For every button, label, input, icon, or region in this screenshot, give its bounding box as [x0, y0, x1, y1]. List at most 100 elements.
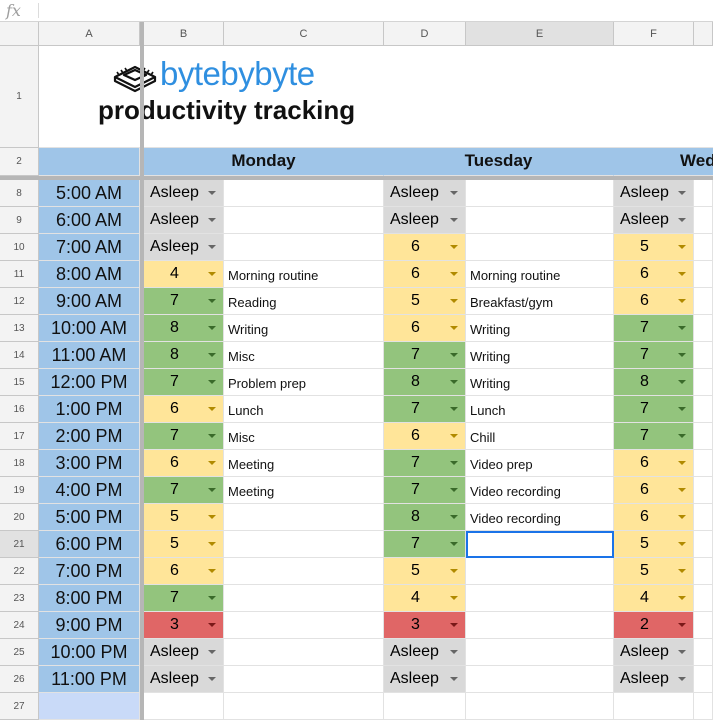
wednesday-rating-dropdown[interactable]: 7 — [614, 396, 694, 423]
tuesday-activity-cell[interactable] — [466, 585, 614, 612]
tuesday-activity-cell[interactable]: Video prep — [466, 450, 614, 477]
empty-cell[interactable] — [694, 261, 713, 288]
row-header-23[interactable]: 23 — [0, 585, 39, 612]
day-header-monday[interactable]: Monday — [144, 148, 384, 176]
monday-activity-cell[interactable] — [224, 612, 384, 639]
empty-cell[interactable] — [614, 693, 694, 720]
row-header-10[interactable]: 10 — [0, 234, 39, 261]
wednesday-rating-dropdown[interactable]: 8 — [614, 369, 694, 396]
dropdown-arrow-icon[interactable] — [208, 434, 216, 438]
tuesday-activity-cell[interactable]: Chill — [466, 423, 614, 450]
empty-cell[interactable] — [694, 558, 713, 585]
monday-activity-cell[interactable] — [224, 234, 384, 261]
dropdown-arrow-icon[interactable] — [450, 326, 458, 330]
tuesday-rating-dropdown[interactable]: 8 — [384, 504, 466, 531]
monday-activity-cell[interactable] — [224, 531, 384, 558]
monday-activity-cell[interactable] — [224, 180, 384, 207]
dropdown-arrow-icon[interactable] — [450, 542, 458, 546]
monday-rating-dropdown[interactable]: 7 — [144, 585, 224, 612]
tuesday-activity-cell[interactable]: Breakfast/gym — [466, 288, 614, 315]
column-header-f[interactable]: F — [614, 22, 694, 46]
wednesday-rating-dropdown[interactable]: 7 — [614, 315, 694, 342]
monday-activity-cell[interactable] — [224, 666, 384, 693]
empty-cell[interactable] — [694, 288, 713, 315]
monday-rating-dropdown[interactable]: 7 — [144, 423, 224, 450]
dropdown-arrow-icon[interactable] — [208, 299, 216, 303]
monday-activity-cell[interactable]: Lunch — [224, 396, 384, 423]
dropdown-arrow-icon[interactable] — [208, 272, 216, 276]
tuesday-rating-dropdown[interactable]: 7 — [384, 531, 466, 558]
tuesday-rating-dropdown[interactable]: Asleep — [384, 207, 466, 234]
dropdown-arrow-icon[interactable] — [678, 272, 686, 276]
time-cell[interactable]: 8:00 PM — [39, 585, 140, 612]
monday-rating-dropdown[interactable]: Asleep — [144, 666, 224, 693]
tuesday-rating-dropdown[interactable]: Asleep — [384, 666, 466, 693]
wednesday-rating-dropdown[interactable]: 6 — [614, 261, 694, 288]
time-cell[interactable]: 8:00 AM — [39, 261, 140, 288]
tuesday-rating-dropdown[interactable]: 5 — [384, 558, 466, 585]
monday-rating-dropdown[interactable]: 5 — [144, 504, 224, 531]
empty-cell[interactable] — [144, 693, 224, 720]
dropdown-arrow-icon[interactable] — [678, 245, 686, 249]
dropdown-arrow-icon[interactable] — [678, 218, 686, 222]
tuesday-rating-dropdown[interactable]: 6 — [384, 261, 466, 288]
tuesday-rating-dropdown[interactable]: 7 — [384, 342, 466, 369]
wednesday-rating-dropdown[interactable]: 7 — [614, 342, 694, 369]
row-header-20[interactable]: 20 — [0, 504, 39, 531]
row-header-15[interactable]: 15 — [0, 369, 39, 396]
wednesday-rating-dropdown[interactable]: 2 — [614, 612, 694, 639]
dropdown-arrow-icon[interactable] — [450, 191, 458, 195]
tuesday-activity-cell[interactable] — [466, 558, 614, 585]
column-header-c[interactable]: C — [224, 22, 384, 46]
dropdown-arrow-icon[interactable] — [678, 434, 686, 438]
dropdown-arrow-icon[interactable] — [678, 488, 686, 492]
dropdown-arrow-icon[interactable] — [450, 461, 458, 465]
row-header-14[interactable]: 14 — [0, 342, 39, 369]
dropdown-arrow-icon[interactable] — [208, 542, 216, 546]
dropdown-arrow-icon[interactable] — [450, 353, 458, 357]
time-cell[interactable]: 5:00 PM — [39, 504, 140, 531]
tuesday-rating-dropdown[interactable]: 6 — [384, 234, 466, 261]
row-header-19[interactable]: 19 — [0, 477, 39, 504]
row-header-26[interactable]: 26 — [0, 666, 39, 693]
dropdown-arrow-icon[interactable] — [450, 677, 458, 681]
wednesday-rating-dropdown[interactable]: 7 — [614, 423, 694, 450]
wednesday-rating-dropdown[interactable]: Asleep — [614, 639, 694, 666]
tuesday-activity-cell[interactable]: Writing — [466, 315, 614, 342]
monday-activity-cell[interactable]: Reading — [224, 288, 384, 315]
row-header-25[interactable]: 25 — [0, 639, 39, 666]
dropdown-arrow-icon[interactable] — [450, 245, 458, 249]
tuesday-rating-dropdown[interactable]: Asleep — [384, 639, 466, 666]
tuesday-rating-dropdown[interactable]: 3 — [384, 612, 466, 639]
tuesday-activity-cell[interactable]: Writing — [466, 369, 614, 396]
empty-cell[interactable] — [694, 315, 713, 342]
empty-cell[interactable] — [694, 504, 713, 531]
wednesday-rating-dropdown[interactable]: 4 — [614, 585, 694, 612]
tuesday-activity-cell[interactable] — [466, 612, 614, 639]
empty-cell[interactable] — [694, 342, 713, 369]
dropdown-arrow-icon[interactable] — [450, 596, 458, 600]
monday-activity-cell[interactable] — [224, 639, 384, 666]
empty-cell[interactable] — [694, 207, 713, 234]
row-header-11[interactable]: 11 — [0, 261, 39, 288]
wednesday-rating-dropdown[interactable]: 5 — [614, 531, 694, 558]
row-header-16[interactable]: 16 — [0, 396, 39, 423]
dropdown-arrow-icon[interactable] — [208, 623, 216, 627]
dropdown-arrow-icon[interactable] — [208, 218, 216, 222]
time-cell[interactable]: 9:00 PM — [39, 612, 140, 639]
monday-activity-cell[interactable]: Misc — [224, 342, 384, 369]
row-header-18[interactable]: 18 — [0, 450, 39, 477]
monday-activity-cell[interactable]: Morning routine — [224, 261, 384, 288]
empty-cell[interactable] — [694, 639, 713, 666]
monday-activity-cell[interactable]: Writing — [224, 315, 384, 342]
empty-cell[interactable] — [694, 450, 713, 477]
monday-rating-dropdown[interactable]: 3 — [144, 612, 224, 639]
tuesday-rating-dropdown[interactable]: Asleep — [384, 180, 466, 207]
tuesday-rating-dropdown[interactable]: 6 — [384, 315, 466, 342]
dropdown-arrow-icon[interactable] — [450, 434, 458, 438]
row-header-27[interactable]: 27 — [0, 693, 39, 720]
monday-rating-dropdown[interactable]: Asleep — [144, 234, 224, 261]
monday-rating-dropdown[interactable]: 7 — [144, 477, 224, 504]
tuesday-rating-dropdown[interactable]: 8 — [384, 369, 466, 396]
tuesday-rating-dropdown[interactable]: 4 — [384, 585, 466, 612]
